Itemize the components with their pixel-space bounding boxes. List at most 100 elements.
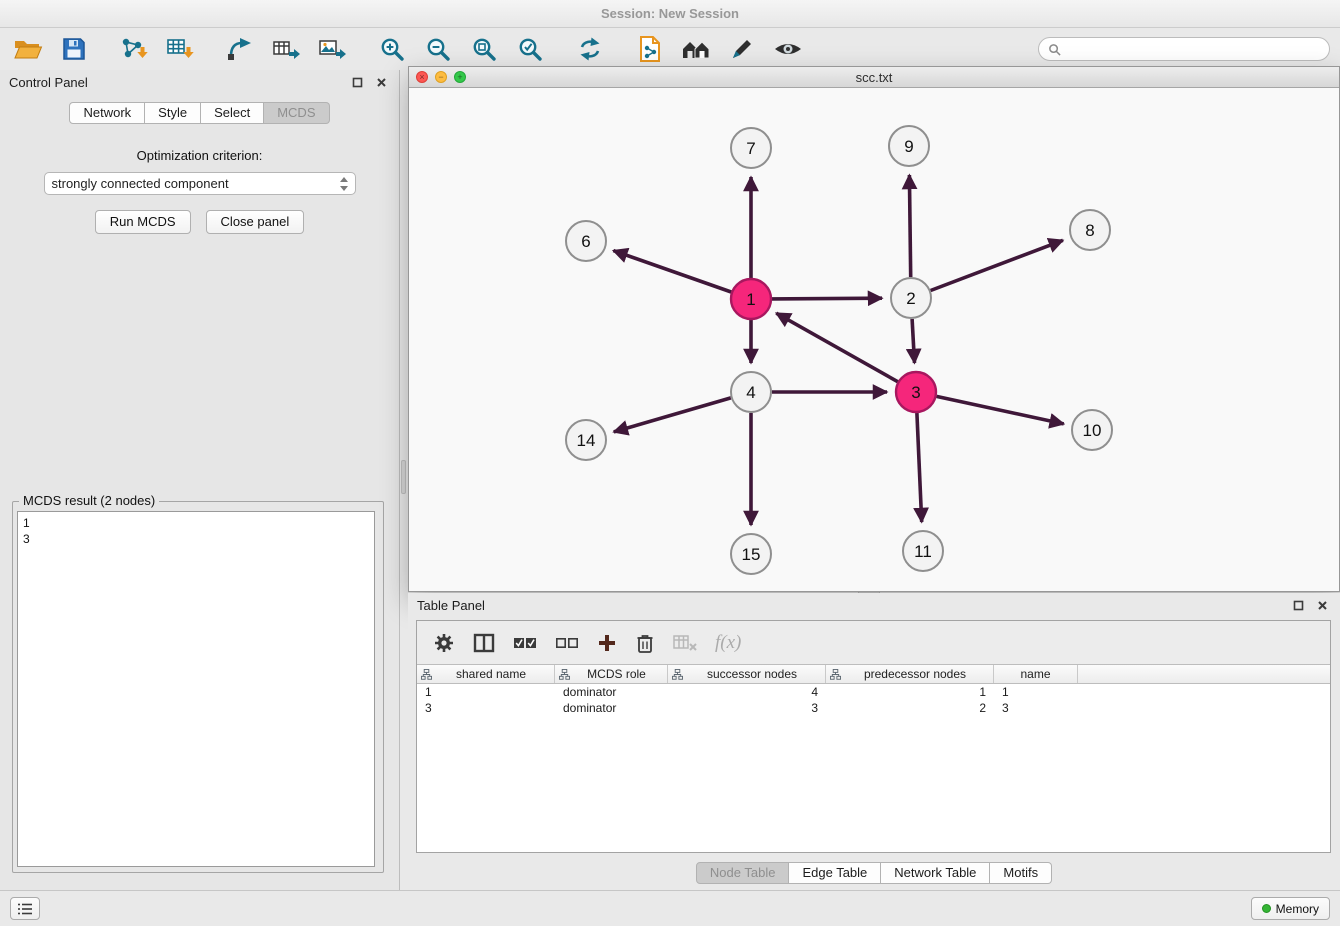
vertical-splitter[interactable] [400, 70, 408, 890]
graph-edge-4-14[interactable] [614, 398, 731, 432]
mcds-buttons-row: Run MCDS Close panel [0, 210, 399, 234]
mcds-result-list[interactable]: 1 3 [17, 511, 375, 867]
zoom-selected-icon [517, 36, 543, 62]
select-all-rows-button[interactable] [513, 628, 537, 658]
app-title: Session: New Session [601, 6, 739, 21]
window-close-button[interactable]: × [416, 71, 428, 83]
table-settings-button[interactable] [433, 628, 455, 658]
column-header-name[interactable]: name [994, 665, 1078, 683]
tab-style[interactable]: Style [145, 102, 201, 124]
save-session-button[interactable] [56, 32, 92, 66]
graph-node-15[interactable]: 15 [731, 534, 771, 574]
column-header-predecessor-nodes[interactable]: predecessor nodes [826, 665, 994, 683]
export-image-icon [317, 36, 347, 62]
deselect-all-icon [555, 636, 579, 650]
zoom-selected-button[interactable] [512, 32, 548, 66]
graph-edge-1-6[interactable] [613, 251, 731, 292]
column-label: predecessor nodes [841, 667, 989, 681]
settings-gear-icon [433, 632, 455, 654]
table-row[interactable]: 3 dominator 3 2 3 [417, 700, 1330, 716]
home-button[interactable] [678, 32, 714, 66]
network-graph[interactable]: 7 9 6 8 1 2 4 3 14 10 15 11 [409, 88, 1339, 591]
network-window-titlebar[interactable]: × − + scc.txt [409, 67, 1339, 88]
main-toolbar [0, 28, 1340, 70]
select-all-icon [513, 636, 537, 650]
delete-row-button[interactable] [635, 628, 655, 658]
tab-mcds[interactable]: MCDS [264, 102, 329, 124]
function-builder-button[interactable]: f(x) [715, 628, 741, 658]
column-tree-icon [830, 669, 841, 680]
graph-edge-3-1[interactable] [776, 313, 897, 382]
graph-node-11[interactable]: 11 [903, 531, 943, 571]
memory-button[interactable]: Memory [1251, 897, 1330, 920]
style-brush-button[interactable] [724, 32, 760, 66]
column-header-mcds-role[interactable]: MCDS role [555, 665, 668, 683]
delete-table-button[interactable] [673, 628, 697, 658]
column-header-shared-name[interactable]: shared name [417, 665, 555, 683]
eye-button[interactable] [770, 32, 806, 66]
task-history-button[interactable] [10, 897, 40, 920]
export-network-button[interactable] [632, 32, 668, 66]
zoom-out-button[interactable] [420, 32, 456, 66]
graph-edge-3-10[interactable] [937, 396, 1064, 424]
node-label: 11 [914, 542, 932, 561]
tab-node-table[interactable]: Node Table [696, 862, 790, 884]
network-window-title: scc.txt [409, 67, 1339, 88]
close-panel-mcds-button[interactable]: Close panel [206, 210, 305, 234]
window-zoom-button[interactable]: + [454, 71, 466, 83]
zoom-group [374, 32, 548, 66]
tab-motifs[interactable]: Motifs [990, 862, 1052, 884]
tab-edge-table[interactable]: Edge Table [789, 862, 881, 884]
column-layout-button[interactable] [473, 628, 495, 658]
splitter-grip[interactable] [401, 460, 406, 494]
graph-node-14[interactable]: 14 [566, 420, 606, 460]
import-network-button[interactable] [116, 32, 152, 66]
close-table-panel-button[interactable] [1313, 597, 1331, 615]
graph-edge-2-8[interactable] [931, 240, 1063, 290]
graph-node-10[interactable]: 10 [1072, 410, 1112, 450]
column-header-successor-nodes[interactable]: successor nodes [668, 665, 826, 683]
float-panel-button[interactable] [348, 74, 366, 92]
deselect-all-rows-button[interactable] [555, 628, 579, 658]
graph-node-2[interactable]: 2 [891, 278, 931, 318]
graph-node-7[interactable]: 7 [731, 128, 771, 168]
graph-edge-1-2[interactable] [772, 298, 882, 299]
control-panel-tabs: Network Style Select MCDS [0, 102, 399, 124]
float-table-panel-button[interactable] [1289, 597, 1307, 615]
graph-node-6[interactable]: 6 [566, 221, 606, 261]
open-session-button[interactable] [10, 32, 46, 66]
export-table-icon [271, 36, 301, 62]
search-input[interactable] [1066, 42, 1320, 56]
graph-node-3[interactable]: 3 [896, 372, 936, 412]
table-row[interactable]: 1 dominator 4 1 1 [417, 684, 1330, 700]
add-row-button[interactable] [597, 628, 617, 658]
import-table-icon [165, 35, 195, 63]
save-floppy-icon [61, 36, 87, 62]
eye-icon [773, 38, 803, 60]
run-mcds-button[interactable]: Run MCDS [95, 210, 191, 234]
zoom-in-button[interactable] [374, 32, 410, 66]
column-label: MCDS role [570, 667, 663, 681]
tab-network[interactable]: Network [69, 102, 145, 124]
export-table-button[interactable] [268, 32, 304, 66]
criterion-dropdown[interactable]: strongly connected component [44, 172, 356, 195]
graph-node-8[interactable]: 8 [1070, 210, 1110, 250]
window-minimize-button[interactable]: − [435, 71, 447, 83]
refresh-button[interactable] [572, 32, 608, 66]
tab-network-table[interactable]: Network Table [881, 862, 990, 884]
graph-node-1[interactable]: 1 [731, 279, 771, 319]
graph-edge-2-9[interactable] [909, 175, 910, 277]
table-header-row: shared name MCDS role [417, 665, 1330, 684]
network-canvas[interactable]: 7 9 6 8 1 2 4 3 14 10 15 11 [409, 88, 1339, 591]
zoom-fit-button[interactable] [466, 32, 502, 66]
graph-edge-2-3[interactable] [912, 319, 914, 363]
close-panel-button[interactable] [372, 74, 390, 92]
import-table-button[interactable] [162, 32, 198, 66]
graph-node-9[interactable]: 9 [889, 126, 929, 166]
graph-node-4[interactable]: 4 [731, 372, 771, 412]
search-field[interactable] [1038, 37, 1330, 61]
graph-edge-3-11[interactable] [917, 413, 922, 522]
new-network-from-selection-button[interactable] [222, 32, 258, 66]
tab-select[interactable]: Select [201, 102, 264, 124]
export-image-button[interactable] [314, 32, 350, 66]
